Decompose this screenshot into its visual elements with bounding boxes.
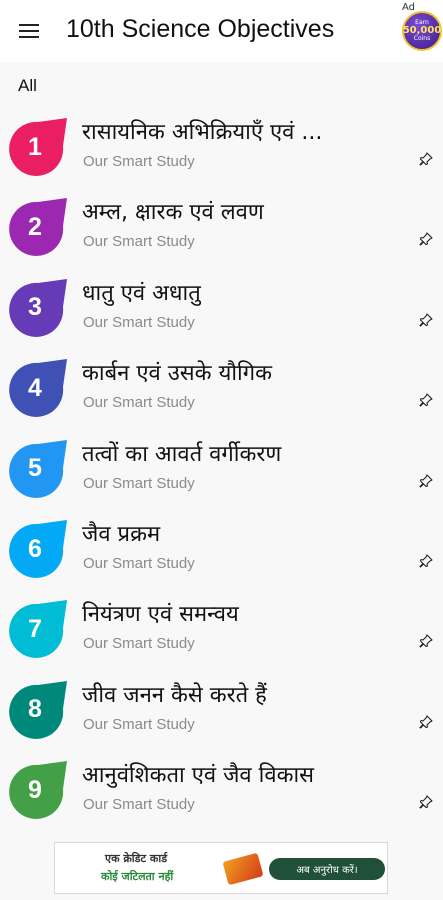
chapter-subtitle: Our Smart Study: [83, 796, 195, 814]
pin-icon[interactable]: [419, 393, 433, 407]
chapter-subtitle: Our Smart Study: [83, 394, 195, 412]
pin-icon[interactable]: [419, 554, 433, 568]
chapter-subtitle: Our Smart Study: [83, 233, 195, 251]
ad-coin-icon[interactable]: Earn 50,000 Coins: [402, 11, 442, 51]
chapter-number: 4: [28, 373, 42, 402]
chapter-title: अम्ल, क्षारक एवं लवण: [82, 200, 264, 226]
chapter-list-item[interactable]: 9 आनुवंशिकता एवं जैव विकास Our Smart Study: [0, 751, 443, 831]
chapter-list-item[interactable]: 8 जीव जनन कैसे करते हैं Our Smart Study: [0, 671, 443, 751]
chapter-list-item[interactable]: 4 कार्बन एवं उसके यौगिक Our Smart Study: [0, 349, 443, 429]
chapter-number: 1: [28, 132, 42, 161]
chapter-title: धातु एवं अधातु: [82, 280, 201, 306]
pin-icon[interactable]: [419, 474, 433, 488]
pin-icon[interactable]: [419, 232, 433, 246]
chapter-list-item[interactable]: 7 नियंत्रण एवं समन्वय Our Smart Study: [0, 590, 443, 670]
chapter-subtitle: Our Smart Study: [83, 153, 195, 170]
chapter-title: कार्बन एवं उसके यौगिक: [82, 361, 273, 387]
chapter-list-item[interactable]: 5 तत्वों का आवर्त वर्गीकरण Our Smart Study: [0, 430, 443, 510]
chapter-number: 5: [28, 454, 42, 483]
chapter-number: 7: [28, 614, 42, 643]
pin-icon[interactable]: [419, 795, 433, 809]
chapter-subtitle: Our Smart Study: [83, 474, 195, 492]
chapter-list-item[interactable]: 1 रासायनिक अभिक्रियाएँ एवं ... Our Smart S…: [0, 108, 443, 188]
chapter-title: रासायनिक अभिक्रियाएँ एवं ...: [82, 120, 323, 145]
credit-card-icon: [222, 852, 264, 886]
ad-label: Ad: [402, 2, 416, 13]
pin-icon[interactable]: [419, 313, 433, 327]
filter-label: All: [18, 76, 37, 95]
chapter-title: जीव जनन कैसे करते हैं: [82, 682, 267, 708]
menu-icon[interactable]: [19, 24, 39, 38]
chapter-number: 9: [28, 775, 42, 804]
chapter-list-item[interactable]: 3 धातु एवं अधातु Our Smart Study: [0, 269, 443, 349]
chapter-list-item[interactable]: 2 अम्ल, क्षारक एवं लवण Our Smart Study: [0, 188, 443, 268]
chapter-number: 8: [28, 695, 42, 724]
banner-line1: एक क्रेडिट कार्ड: [105, 852, 168, 865]
pin-icon[interactable]: [419, 715, 433, 729]
ad-banner[interactable]: एक क्रेडिट कार्ड कोई जटिलता नहीं अब अनुर…: [54, 842, 388, 894]
pin-icon[interactable]: [419, 634, 433, 648]
chapter-list-item[interactable]: 6 जैव प्रक्रम Our Smart Study: [0, 510, 443, 590]
chapter-subtitle: Our Smart Study: [83, 313, 195, 331]
app-bar: 10th Science Objectives Ad Earn 50,000 C…: [0, 0, 443, 62]
chapter-title: जैव प्रक्रम: [82, 522, 161, 547]
chapter-subtitle: Our Smart Study: [83, 635, 195, 653]
chapter-number: 3: [28, 293, 42, 322]
chapter-subtitle: Our Smart Study: [83, 555, 195, 572]
chapter-title: तत्वों का आवर्त वर्गीकरण: [82, 441, 282, 467]
banner-cta-button[interactable]: अब अनुरोध करें।: [269, 858, 385, 880]
chapter-number: 2: [28, 212, 42, 241]
chapter-title: नियंत्रण एवं समन्वय: [82, 602, 239, 628]
ad-coin-bottom: Coins: [413, 35, 431, 42]
pin-icon[interactable]: [419, 152, 433, 166]
banner-line2: कोई जटिलता नहीं: [101, 870, 174, 883]
chapter-number: 6: [28, 534, 42, 563]
chapter-title: आनुवंशिकता एवं जैव विकास: [82, 763, 315, 789]
chapter-subtitle: Our Smart Study: [83, 715, 195, 733]
app-title: 10th Science Objectives: [66, 15, 335, 43]
